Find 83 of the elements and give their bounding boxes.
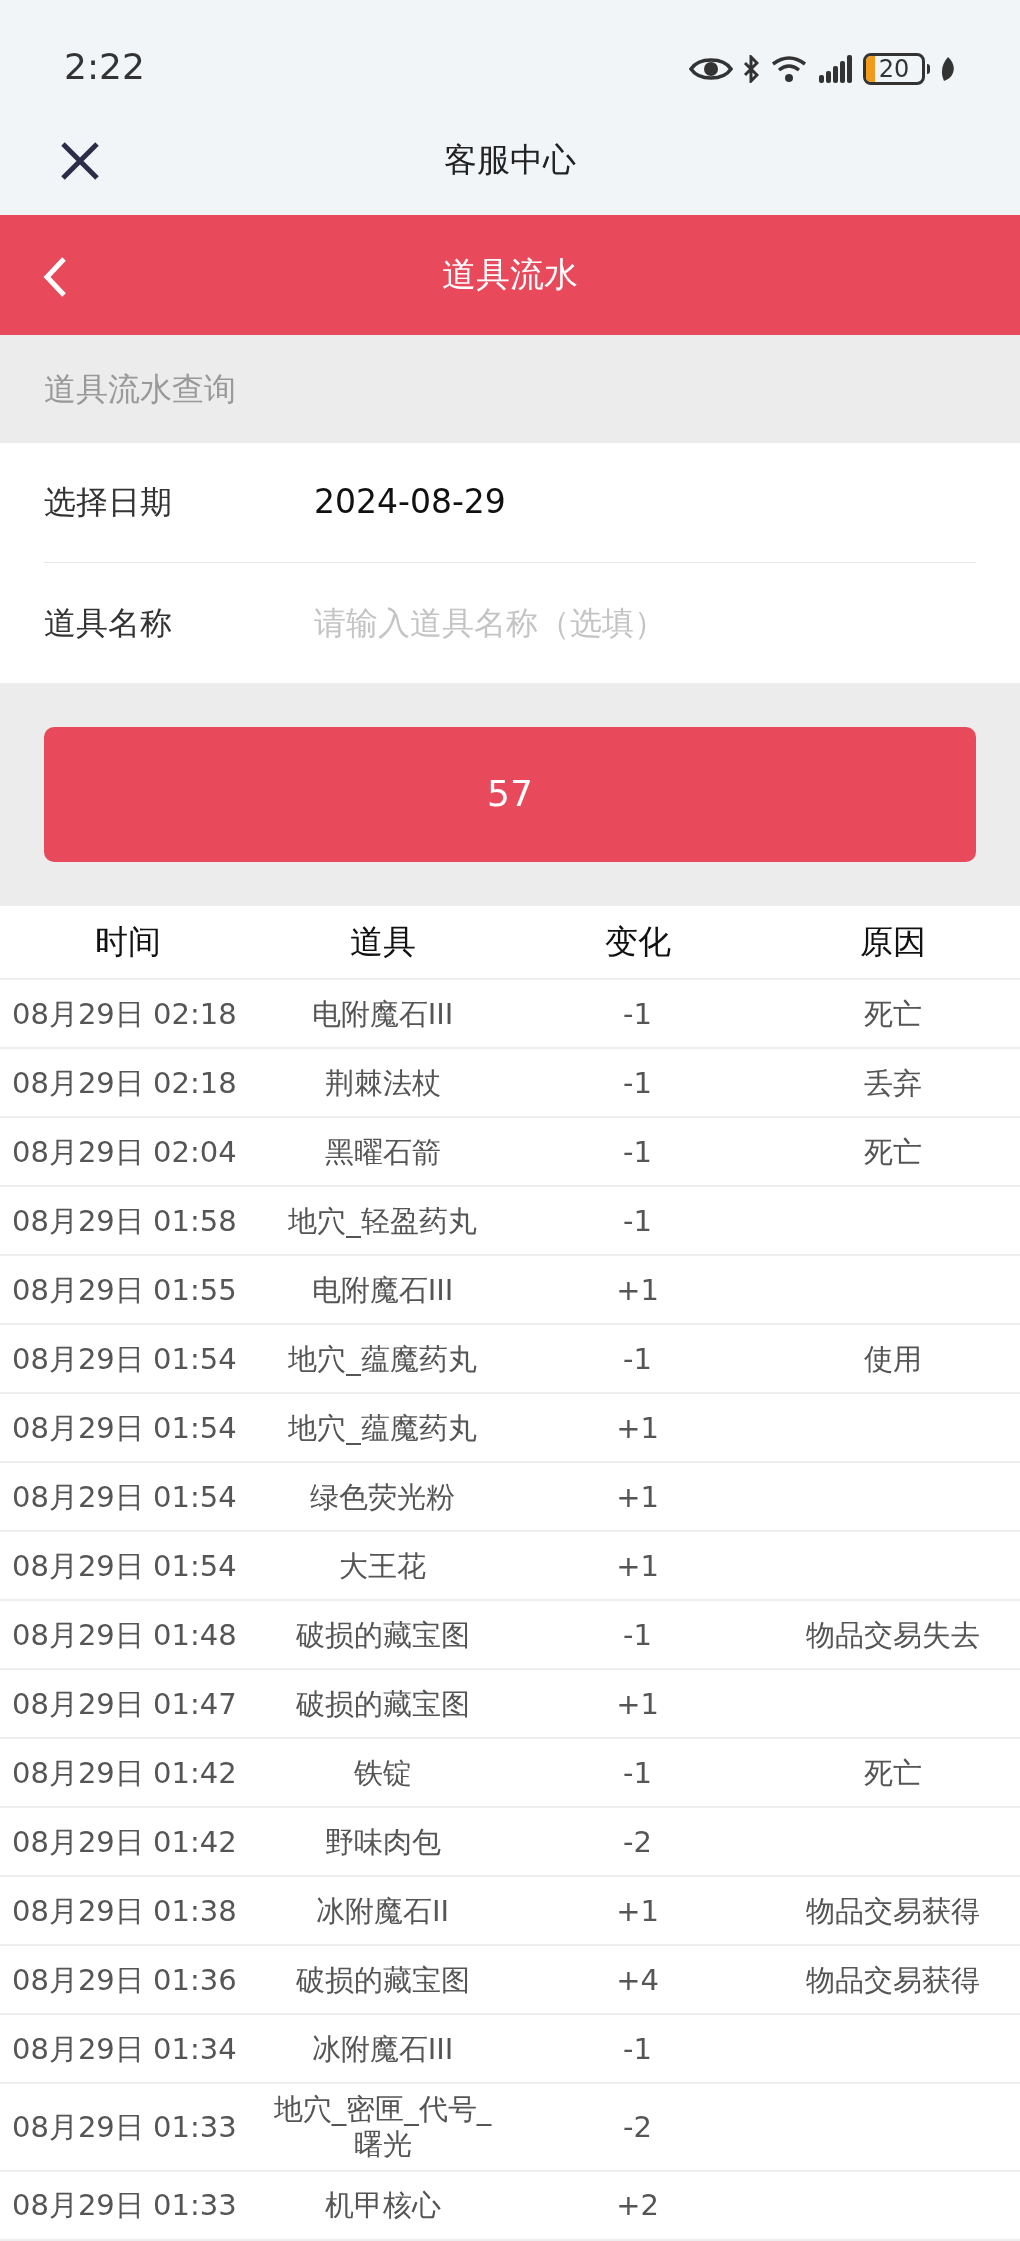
change-cell-text: +2 bbox=[615, 2188, 660, 2223]
bluetooth-icon bbox=[743, 54, 759, 83]
close-icon bbox=[60, 140, 100, 181]
reason-cell-text: 物品交易获得 bbox=[804, 1893, 981, 1929]
item-cell-text: 地穴_蕴魔药丸 bbox=[287, 1341, 478, 1377]
header-title: 道具流水 bbox=[442, 253, 578, 297]
section-title: 道具流水查询 bbox=[44, 368, 236, 410]
change-cell-text: +1 bbox=[615, 1893, 660, 1929]
eye-icon bbox=[689, 55, 733, 82]
change-cell-text: +1 bbox=[615, 1548, 660, 1584]
item-cell-text: 大王花 bbox=[338, 1548, 427, 1584]
time-cell-text: 08月29日 01:42 bbox=[11, 1824, 238, 1860]
form-label: 选择日期 bbox=[44, 482, 173, 523]
reason-cell-text: 丢弃 bbox=[862, 1065, 923, 1101]
item-cell-text: 冰附魔石III bbox=[310, 2031, 455, 2067]
item-name-field[interactable]: 请输入道具名称（选填） bbox=[314, 598, 976, 647]
item-cell-text: 破损的藏宝图 bbox=[294, 1962, 471, 1998]
time-cell-text: 08月29日 01:54 bbox=[11, 1341, 238, 1377]
leaf-icon bbox=[940, 55, 956, 82]
wifi-icon bbox=[769, 53, 809, 84]
time-cell-text: 08月29日 01:36 bbox=[11, 1962, 238, 1998]
item-cell-text: 黑曜石箭 bbox=[323, 1134, 442, 1170]
time-cell-text: 08月29日 01:58 bbox=[11, 1203, 238, 1239]
column-header: 时间 bbox=[93, 921, 162, 964]
time-cell-text: 08月29日 02:04 bbox=[11, 1134, 238, 1170]
status-time: 2:22 bbox=[64, 48, 145, 85]
change-cell-text: -1 bbox=[622, 1617, 653, 1653]
form-label: 道具名称 bbox=[44, 602, 173, 644]
time-cell-text: 08月29日 01:42 bbox=[11, 1755, 238, 1791]
item-cell-text: 地穴_蕴魔药丸 bbox=[287, 1410, 478, 1446]
change-cell-text: +4 bbox=[615, 1962, 660, 1998]
submit-button[interactable]: 57 bbox=[44, 726, 976, 862]
change-cell-text: -1 bbox=[622, 1203, 653, 1239]
time-cell-text: 08月29日 01:38 bbox=[11, 1893, 238, 1929]
change-cell-text: +1 bbox=[615, 1410, 660, 1446]
time-cell-text: 08月29日 02:18 bbox=[11, 1065, 238, 1101]
change-cell-text: -2 bbox=[622, 1824, 653, 1860]
item-cell-text: 铁锭 bbox=[352, 1755, 413, 1791]
time-cell-text: 08月29日 01:48 bbox=[11, 1617, 238, 1653]
change-cell-text: -1 bbox=[622, 1134, 653, 1170]
time-cell-text: 08月29日 01:54 bbox=[11, 1410, 238, 1446]
item-cell-text: 电附魔石III bbox=[310, 1272, 455, 1308]
item-cell-text: 破损的藏宝图 bbox=[294, 1617, 471, 1653]
item-cell-text: 冰附魔石II bbox=[314, 1893, 451, 1929]
reason-cell-text: 死亡 bbox=[862, 996, 923, 1032]
item-cell-text: 电附魔石III bbox=[310, 996, 455, 1032]
reason-cell-text: 物品交易失去 bbox=[804, 1617, 981, 1653]
item-cell-text: 野味肉包 bbox=[323, 1824, 442, 1860]
change-cell-text: -1 bbox=[622, 2031, 653, 2067]
reason-cell-text: 死亡 bbox=[862, 1755, 923, 1791]
top-bar-title: 客服中心 bbox=[444, 139, 576, 182]
item-cell-text: 破损的藏宝图 bbox=[294, 1686, 471, 1722]
column-header: 变化 bbox=[603, 921, 672, 964]
change-cell-text: -1 bbox=[622, 1065, 653, 1101]
signal-icon bbox=[819, 54, 853, 83]
time-cell-text: 08月29日 01:54 bbox=[11, 1548, 238, 1584]
time-cell-text: 08月29日 01:33 bbox=[11, 2188, 238, 2223]
change-cell-text: -1 bbox=[622, 1341, 653, 1377]
time-cell-text: 08月29日 01:33 bbox=[11, 2109, 238, 2145]
reason-cell-text: 使用 bbox=[862, 1341, 923, 1377]
date-field[interactable]: 2024-08-29 bbox=[314, 477, 506, 527]
column-header: 原因 bbox=[858, 921, 927, 964]
item-cell-text: 机甲核心 bbox=[323, 2188, 442, 2223]
column-header: 道具 bbox=[348, 921, 417, 964]
time-cell-text: 08月29日 01:55 bbox=[11, 1272, 238, 1308]
change-cell-text: +1 bbox=[615, 1686, 660, 1722]
item-cell-text: 地穴_轻盈药丸 bbox=[287, 1203, 478, 1239]
item-cell-text: 荆棘法杖 bbox=[323, 1065, 442, 1101]
battery-icon: 20 bbox=[863, 52, 925, 85]
time-cell-text: 08月29日 01:34 bbox=[11, 2031, 238, 2067]
back-icon bbox=[43, 255, 67, 298]
time-cell-text: 08月29日 01:54 bbox=[11, 1479, 238, 1515]
change-cell-text: +1 bbox=[615, 1272, 660, 1308]
item-cell-text: 地穴_密匣_代号_曙光 bbox=[272, 2092, 493, 2162]
time-cell-text: 08月29日 01:47 bbox=[11, 1686, 238, 1722]
change-cell-text: -1 bbox=[622, 996, 653, 1032]
reason-cell-text: 死亡 bbox=[862, 1134, 923, 1170]
item-cell-text: 绿色荧光粉 bbox=[309, 1479, 456, 1515]
change-cell-text: -2 bbox=[622, 2109, 653, 2145]
reason-cell-text: 物品交易获得 bbox=[804, 1962, 981, 1998]
change-cell-text: -1 bbox=[622, 1755, 653, 1791]
time-cell-text: 08月29日 02:18 bbox=[11, 996, 238, 1032]
change-cell-text: +1 bbox=[615, 1479, 660, 1515]
